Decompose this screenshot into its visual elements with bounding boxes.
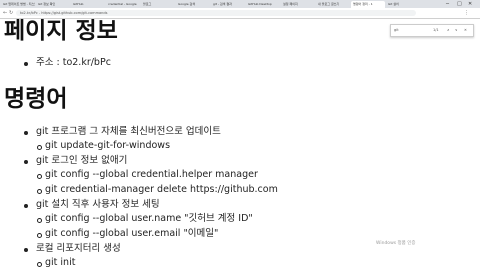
browser-tab[interactable]: git - 검색 결과 (211, 1, 245, 8)
bullet (24, 204, 28, 208)
browser-tab[interactable]: Google 검색 (176, 1, 210, 8)
page-content: 페이지 정보 주소 : to2.kr/bPc 명령어 git 프로그램 그 자체… (0, 19, 480, 270)
bullet (24, 131, 28, 135)
address-item: 주소 : to2.kr/bPc (36, 57, 111, 68)
url-input[interactable]: to2.kr/bPc - https://gist.github.com/git… (16, 10, 416, 16)
minimize-icon[interactable]: ─ (446, 0, 449, 8)
bullet (24, 248, 28, 252)
browser-tab[interactable]: Git 정보 확인 (36, 1, 70, 8)
browser-tab[interactable]: credential - Google (106, 1, 140, 8)
sub-bullet (37, 145, 42, 150)
command-code: git config --global user.email "이메일" (45, 228, 219, 239)
browser-tab[interactable]: Git 업데이트 방법 - 티스토리 (1, 1, 35, 8)
browser-tab[interactable]: 블로그 (141, 1, 175, 8)
browser-tab-bar: Git 업데이트 방법 - 티스토리 Git 정보 확인 GitHub cred… (0, 0, 480, 8)
browser-tab[interactable]: GitHub (71, 1, 105, 8)
sub-bullet (37, 189, 42, 194)
command-code: git config --global user.name "깃허브 계정 ID… (45, 213, 253, 224)
sub-bullet (37, 174, 42, 179)
sub-bullet (37, 218, 42, 223)
heading-commands: 명령어 (4, 86, 68, 112)
back-icon[interactable]: ← (3, 9, 7, 17)
command-item: 로컬 리포지터리 생성 (36, 243, 121, 254)
menu-icon[interactable]: ⋮ (464, 9, 469, 17)
browser-tab[interactable]: 내 블로그 글쓰기 (316, 1, 350, 8)
command-code: git credential-manager delete https://gi… (45, 184, 278, 195)
command-code: git update-git-for-windows (45, 140, 171, 151)
command-item: git 로그인 정보 없애기 (36, 155, 128, 166)
close-icon[interactable]: ✕ (468, 0, 472, 8)
command-code: git config --global credential.helper ma… (45, 169, 258, 180)
address-bar: ← ↻ to2.kr/bPc - https://gist.github.com… (0, 8, 480, 19)
sub-bullet (37, 262, 42, 267)
browser-tab[interactable]: GitHub Desktop (246, 1, 280, 8)
bullet (24, 160, 28, 164)
browser-tab[interactable]: 설정 페이지 (281, 1, 315, 8)
sub-bullet (37, 233, 42, 238)
heading-page-info: 페이지 정보 (4, 19, 118, 44)
command-code: git init (45, 257, 76, 268)
command-item: git 설치 직후 사용자 정보 세팅 (36, 199, 160, 210)
maximize-icon[interactable]: □ (457, 0, 462, 8)
browser-tab-active[interactable]: 명령어 정리 - 1 (351, 1, 385, 8)
refresh-icon[interactable]: ↻ (9, 9, 13, 17)
bullet (24, 62, 28, 66)
windows-activation-watermark: Windows 정품 인증 (376, 241, 416, 246)
command-item: git 프로그램 그 자체를 최신버전으로 업데이트 (36, 126, 221, 137)
browser-tab[interactable]: Git 설치 (386, 1, 420, 8)
